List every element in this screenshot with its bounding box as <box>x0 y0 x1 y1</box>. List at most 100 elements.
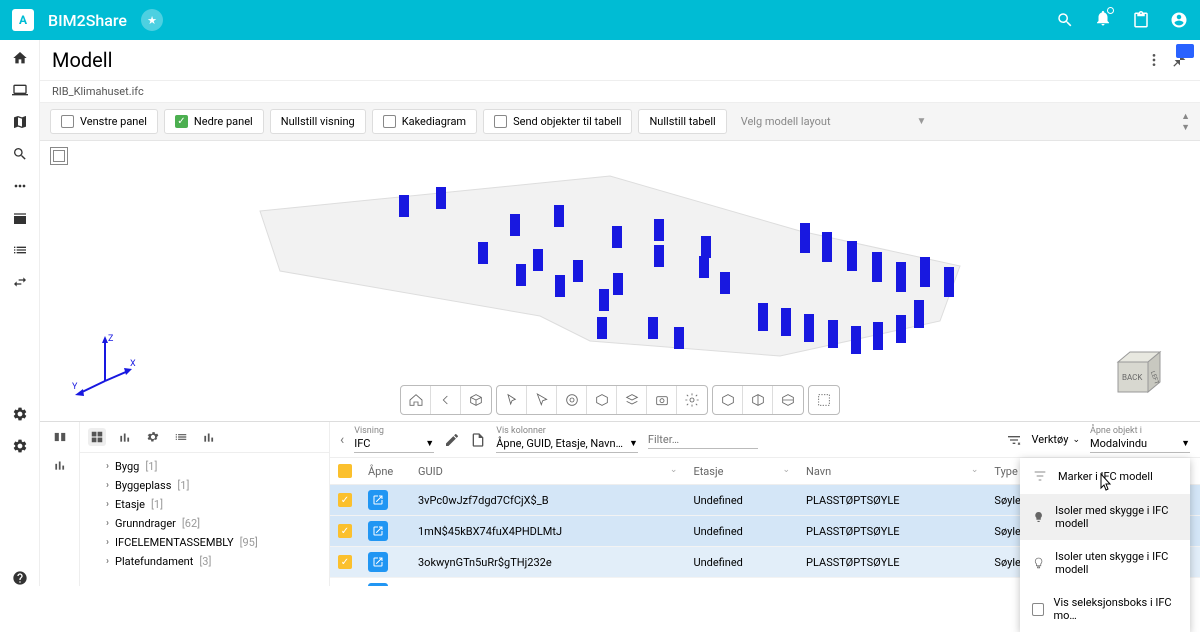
more-vert-icon[interactable] <box>1146 52 1162 68</box>
tree-item[interactable]: ›IFCELEMENTASSEMBLY [95] <box>88 533 321 552</box>
cell-navn: PLASSTØPTSØYLE <box>798 547 986 578</box>
table-prev-icon[interactable]: ‹ <box>340 432 344 448</box>
model-viewer[interactable]: Z Y X BACK LEFT <box>40 141 1200 421</box>
tree-view-icon[interactable] <box>88 428 106 446</box>
open-button[interactable] <box>368 490 388 510</box>
bottom-panel-tabs <box>40 422 80 586</box>
tree-item[interactable]: ›Etasje [1] <box>88 495 321 514</box>
open-button[interactable] <box>368 521 388 541</box>
nullstill-visning-button[interactable]: Nullstill visning <box>270 109 366 134</box>
settings-icon[interactable] <box>12 406 28 422</box>
view-cube[interactable]: BACK LEFT <box>1110 347 1170 401</box>
tab-split-icon[interactable] <box>52 430 68 444</box>
gear-tool-icon[interactable] <box>677 386 707 414</box>
list-icon[interactable] <box>12 242 28 258</box>
vis-kolonner-select[interactable]: Vis kolonner Åpne, GUID, Etasje, Navn…▼ <box>496 426 638 453</box>
target-tool-icon[interactable] <box>557 386 587 414</box>
dots-icon[interactable] <box>12 178 28 194</box>
tree-bar-icon[interactable] <box>200 428 218 446</box>
checkbox-icon <box>1032 603 1044 616</box>
venstre-panel-toggle[interactable]: Venstre panel <box>50 109 158 134</box>
cell-etasje: Undefined <box>685 485 798 516</box>
camera-tool-icon[interactable] <box>647 386 677 414</box>
col-navn[interactable]: Navn⌄ <box>798 458 986 485</box>
tab-chart-icon[interactable] <box>52 458 68 472</box>
section2-icon[interactable] <box>743 386 773 414</box>
settings2-icon[interactable] <box>12 438 28 454</box>
blue-badge[interactable] <box>1176 44 1194 58</box>
select-all-checkbox[interactable] <box>338 464 352 478</box>
cell-navn: PLASSTØPTSØYLE <box>798 578 986 587</box>
apne-objekt-select[interactable]: Åpne objekt i Modalvindu▼ <box>1090 426 1190 453</box>
nullstill-tabell-button[interactable]: Nullstill tabell <box>638 109 726 134</box>
tree-item[interactable]: ›Byggeplass [1] <box>88 476 321 495</box>
filter-icon[interactable] <box>1006 432 1022 448</box>
kakediagram-toggle[interactable]: Kakediagram <box>372 109 477 134</box>
table-panel: ‹ Visning IFC▼ Vis kolonner Åpne, GUID, … <box>330 422 1200 586</box>
edit-icon[interactable] <box>444 432 460 448</box>
tree-list-icon[interactable] <box>172 428 190 446</box>
viewer-toolbar <box>400 385 840 415</box>
layout-select[interactable]: Velg modell layout <box>741 115 831 128</box>
brand-name: BIM2Share <box>48 11 127 30</box>
cell-guid: 3vPc0wJzf7dgd7CfCjX$_B <box>410 485 685 516</box>
visning-select[interactable]: Visning IFC▼ <box>354 426 434 453</box>
clipboard-icon[interactable] <box>1132 11 1150 29</box>
selection-tool-icon[interactable] <box>50 147 68 165</box>
nedre-panel-toggle[interactable]: Nedre panel <box>164 109 264 134</box>
row-checkbox[interactable]: ✓ <box>338 555 352 569</box>
row-checkbox[interactable]: ✓ <box>338 493 352 507</box>
left-sidebar <box>0 40 40 586</box>
cell-guid: 2kUDGlL3n4WRbbExvYxBtT <box>410 578 685 587</box>
toolbar-scroll[interactable]: ▲▼ <box>1181 111 1190 133</box>
cell-guid: 3okwynGTn5uRr$gTHj232e <box>410 547 685 578</box>
col-apne[interactable]: Åpne <box>360 458 410 485</box>
notifications-button[interactable] <box>1094 9 1112 31</box>
home-view-icon[interactable] <box>401 386 431 414</box>
box-tool-icon[interactable] <box>587 386 617 414</box>
swap-icon[interactable] <box>12 274 28 290</box>
cell-navn: PLASSTØPTSØYLE <box>798 516 986 547</box>
tree-item[interactable]: ›Platefundament [3] <box>88 552 321 571</box>
search-nav-icon[interactable] <box>12 146 28 162</box>
axis-gizmo[interactable]: Z Y X <box>70 331 140 401</box>
open-button[interactable] <box>368 552 388 572</box>
bulb-filled-icon <box>1032 509 1045 525</box>
menu-isoler-med[interactable]: Isoler med skygge i IFC modell <box>1020 494 1190 540</box>
document-icon[interactable] <box>470 432 486 448</box>
col-guid[interactable]: GUID⌄ <box>410 458 685 485</box>
cube-view-icon[interactable] <box>461 386 491 414</box>
tree-item[interactable]: ›Bygg [1] <box>88 457 321 476</box>
layers-tool-icon[interactable] <box>617 386 647 414</box>
menu-isoler-uten[interactable]: Isoler uten skygge i IFC modell <box>1020 540 1190 586</box>
top-app-bar: A BIM2Share ★ <box>0 0 1200 40</box>
verktoy-dropdown[interactable]: Verktøy⌄ <box>1032 433 1081 446</box>
svg-text:Z: Z <box>108 334 114 344</box>
filter-input[interactable] <box>648 431 758 449</box>
tree-gear-icon[interactable] <box>144 428 162 446</box>
col-etasje[interactable]: Etasje⌄ <box>685 458 798 485</box>
menu-vis-seleksjon[interactable]: Vis seleksjonsboks i IFC mo… <box>1020 586 1190 632</box>
select-tool-icon[interactable] <box>527 386 557 414</box>
tree-panel: ›Bygg [1] ›Byggeplass [1] ›Etasje [1] ›G… <box>80 422 330 586</box>
favorite-icon[interactable]: ★ <box>141 9 163 31</box>
section1-icon[interactable] <box>713 386 743 414</box>
section3-icon[interactable] <box>773 386 803 414</box>
verktoy-menu: Marker i IFC modell Isoler med skygge i … <box>1020 458 1190 632</box>
map-icon[interactable] <box>12 114 28 130</box>
account-icon[interactable] <box>1170 11 1188 29</box>
filter-lines-icon <box>1032 468 1048 484</box>
send-objekter-toggle[interactable]: Send objekter til tabell <box>483 109 632 134</box>
window-icon[interactable] <box>12 210 28 226</box>
measure-icon[interactable] <box>809 386 839 414</box>
cursor-tool-icon[interactable] <box>497 386 527 414</box>
tree-chart-icon[interactable] <box>116 428 134 446</box>
tree-item[interactable]: ›Grunndrager [62] <box>88 514 321 533</box>
help-icon[interactable] <box>12 570 28 586</box>
search-icon[interactable] <box>1056 11 1074 29</box>
home-icon[interactable] <box>12 50 28 66</box>
prev-view-icon[interactable] <box>431 386 461 414</box>
laptop-icon[interactable] <box>12 82 28 98</box>
cell-guid: 1mN$45kBX74fuX4PHDLMtJ <box>410 516 685 547</box>
row-checkbox[interactable]: ✓ <box>338 524 352 538</box>
